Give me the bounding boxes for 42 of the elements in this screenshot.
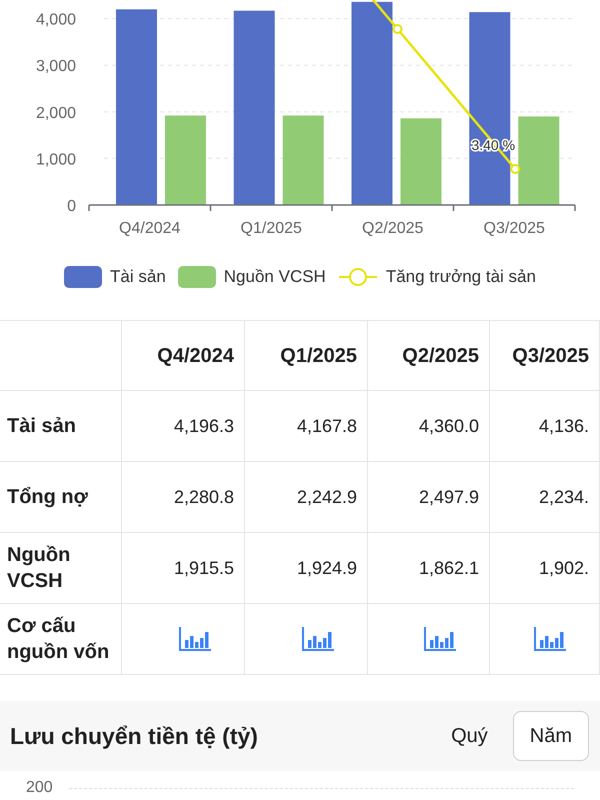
table-cell-text: 4,196.3 [174, 414, 234, 438]
table-cell-text: 1,924.9 [296, 556, 357, 580]
table-cell-text: 4,360.0 [418, 414, 479, 438]
y-tick-label: 1,000 [36, 151, 76, 168]
line-point [510, 164, 520, 174]
y-tick-label: 2,000 [36, 104, 76, 122]
line-point [392, 24, 402, 34]
row-label: Nguồn VCSH [0, 533, 122, 604]
column-header: Q3/2025 [490, 321, 600, 391]
y-tick-label: 200 [26, 779, 53, 797]
section-title: Lưu chuyển tiền tệ (tỷ) [10, 722, 259, 751]
column-header: Q4/2024 [122, 321, 245, 391]
y-tick-label: 3,000 [36, 58, 76, 76]
bar-chart-icon[interactable] [301, 626, 335, 652]
table-cell-text: 2,497.9 [418, 486, 479, 508]
x-tick-label: Q2/2025 [362, 220, 424, 237]
table-cell-text: 2,234. [538, 486, 589, 508]
table-cell-text: 4,136. [538, 414, 589, 438]
y-tick-label: 0 [67, 198, 76, 215]
table-cell-text: 1,902. [538, 556, 589, 580]
y-tick-label: 4,000 [36, 12, 76, 29]
bar-chart-icon[interactable] [423, 626, 457, 652]
row-label: Tài sản [0, 391, 122, 462]
table-cell-text: 1,915.5 [174, 556, 234, 580]
column-header: Q2/2025 [368, 321, 490, 391]
table-cell-text: 1,862.1 [418, 556, 479, 580]
legend-label: Tài sản [110, 266, 166, 288]
x-tick-label: Q1/2025 [240, 220, 302, 237]
period-tab[interactable]: Quý [434, 711, 505, 761]
row-label: Cơ cấu nguồn vốn [0, 604, 122, 675]
x-tick-label: Q3/2025 [484, 220, 545, 237]
legend-label: Nguồn VCSH [224, 266, 326, 288]
table-cell-text: 4,167.8 [296, 414, 357, 438]
row-label: Tổng nợ [0, 462, 122, 533]
x-tick-label: Q4/2024 [119, 220, 180, 237]
bar-chart-icon[interactable] [178, 626, 212, 652]
table-cell-text: 2,242.9 [296, 486, 357, 508]
table-cell-text: 2,280.8 [174, 486, 234, 508]
legend-label: Tăng trưởng tài sản [386, 266, 536, 288]
bar-chart-icon[interactable] [533, 626, 567, 652]
column-header: Q1/2025 [245, 321, 368, 391]
period-tab[interactable]: Năm [512, 711, 589, 761]
